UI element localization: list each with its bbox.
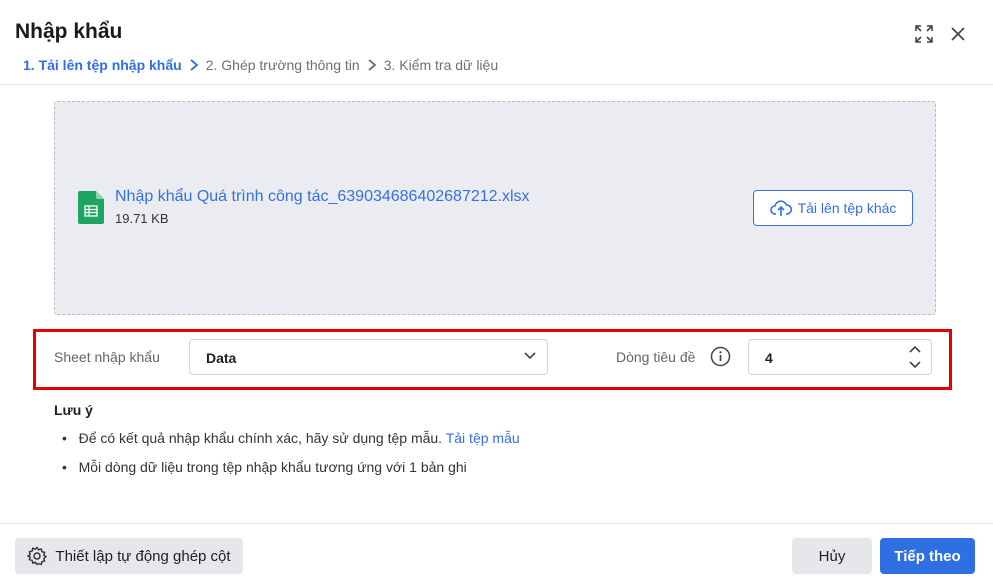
note-item: • Để có kết quả nhập khẩu chính xác, hãy…: [62, 430, 520, 446]
upload-other-label: Tải lên tệp khác: [797, 200, 897, 216]
note-text: Để có kết quả nhập khẩu chính xác, hãy s…: [78, 430, 443, 446]
gear-icon: [27, 546, 48, 566]
note-item: • Mỗi dòng dữ liệu trong tệp nhập khẩu t…: [62, 459, 467, 475]
stepper: 1. Tải lên tệp nhập khẩu 2. Ghép trường …: [23, 57, 498, 73]
cloud-upload-icon: [769, 200, 792, 216]
header-row-value: 4: [765, 350, 773, 366]
dialog-title: Nhập khẩu: [15, 20, 123, 43]
chevron-down-icon: [524, 352, 536, 360]
sheet-select[interactable]: Data: [189, 339, 548, 375]
spreadsheet-file-icon: [78, 191, 104, 224]
auto-map-settings-button[interactable]: Thiết lập tự động ghép cột: [15, 538, 243, 574]
cancel-button[interactable]: Hủy: [792, 538, 872, 574]
close-icon[interactable]: [950, 26, 966, 42]
notes-title: Lưu ý: [54, 402, 93, 418]
divider: [0, 84, 993, 85]
chevron-right-icon: [368, 59, 377, 71]
file-size: 19.71 KB: [115, 211, 169, 226]
download-template-link[interactable]: Tải tệp mẫu: [446, 430, 520, 446]
step-2[interactable]: 2. Ghép trường thông tin: [206, 57, 360, 73]
note-text: Mỗi dòng dữ liệu trong tệp nhập khẩu tươ…: [78, 459, 467, 475]
auto-map-label: Thiết lập tự động ghép cột: [55, 547, 231, 565]
sheet-label: Sheet nhập khẩu: [54, 349, 160, 365]
header-row-label: Dòng tiêu đề: [616, 349, 696, 365]
divider: [0, 523, 993, 524]
expand-icon[interactable]: [914, 24, 934, 44]
step-1[interactable]: 1. Tải lên tệp nhập khẩu: [23, 57, 182, 73]
next-button[interactable]: Tiếp theo: [880, 538, 975, 574]
sheet-value: Data: [206, 350, 237, 366]
upload-other-file-button[interactable]: Tải lên tệp khác: [753, 190, 913, 226]
file-name[interactable]: Nhập khẩu Quá trình công tác_63903468640…: [115, 188, 530, 206]
header-row-stepper[interactable]: 4: [748, 339, 932, 375]
stepper-arrows-icon[interactable]: [908, 344, 922, 370]
info-icon[interactable]: [710, 346, 731, 367]
chevron-right-icon: [190, 59, 199, 71]
step-3[interactable]: 3. Kiểm tra dữ liệu: [384, 57, 498, 73]
